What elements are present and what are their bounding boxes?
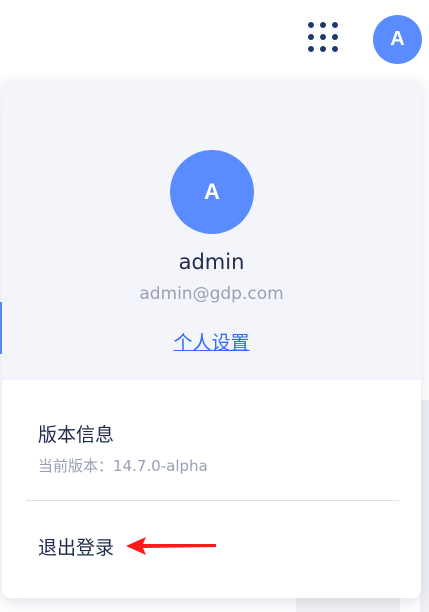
profile-email: admin@gdp.com: [139, 284, 284, 304]
profile-avatar-initial: A: [204, 179, 220, 204]
menu-divider: [26, 500, 399, 501]
user-avatar-button[interactable]: A: [373, 15, 422, 64]
version-info-title: 版本信息: [38, 424, 115, 446]
background-table-cell: [296, 598, 400, 612]
personal-settings-link[interactable]: 个人设置: [2, 328, 421, 355]
top-bar: A: [0, 0, 429, 78]
profile-username: admin: [178, 250, 245, 274]
logout-button[interactable]: 退出登录: [38, 533, 114, 560]
current-version-text: 当前版本：14.7.0-alpha: [38, 457, 208, 475]
annotation-arrow-icon: [126, 537, 216, 555]
profile-avatar: A: [170, 150, 254, 234]
background-scroll-area: [420, 400, 429, 612]
apps-grid-icon[interactable]: [306, 20, 340, 54]
user-menu-dropdown: A admin admin@gdp.com 个人设置 版本信息 当前版本：14.…: [2, 80, 421, 598]
profile-section: A admin admin@gdp.com 个人设置: [2, 80, 421, 380]
user-avatar-initial: A: [390, 28, 405, 50]
page: A A admin admin@gdp.com 个人设置 版本信息 当前版本：1…: [0, 0, 429, 612]
